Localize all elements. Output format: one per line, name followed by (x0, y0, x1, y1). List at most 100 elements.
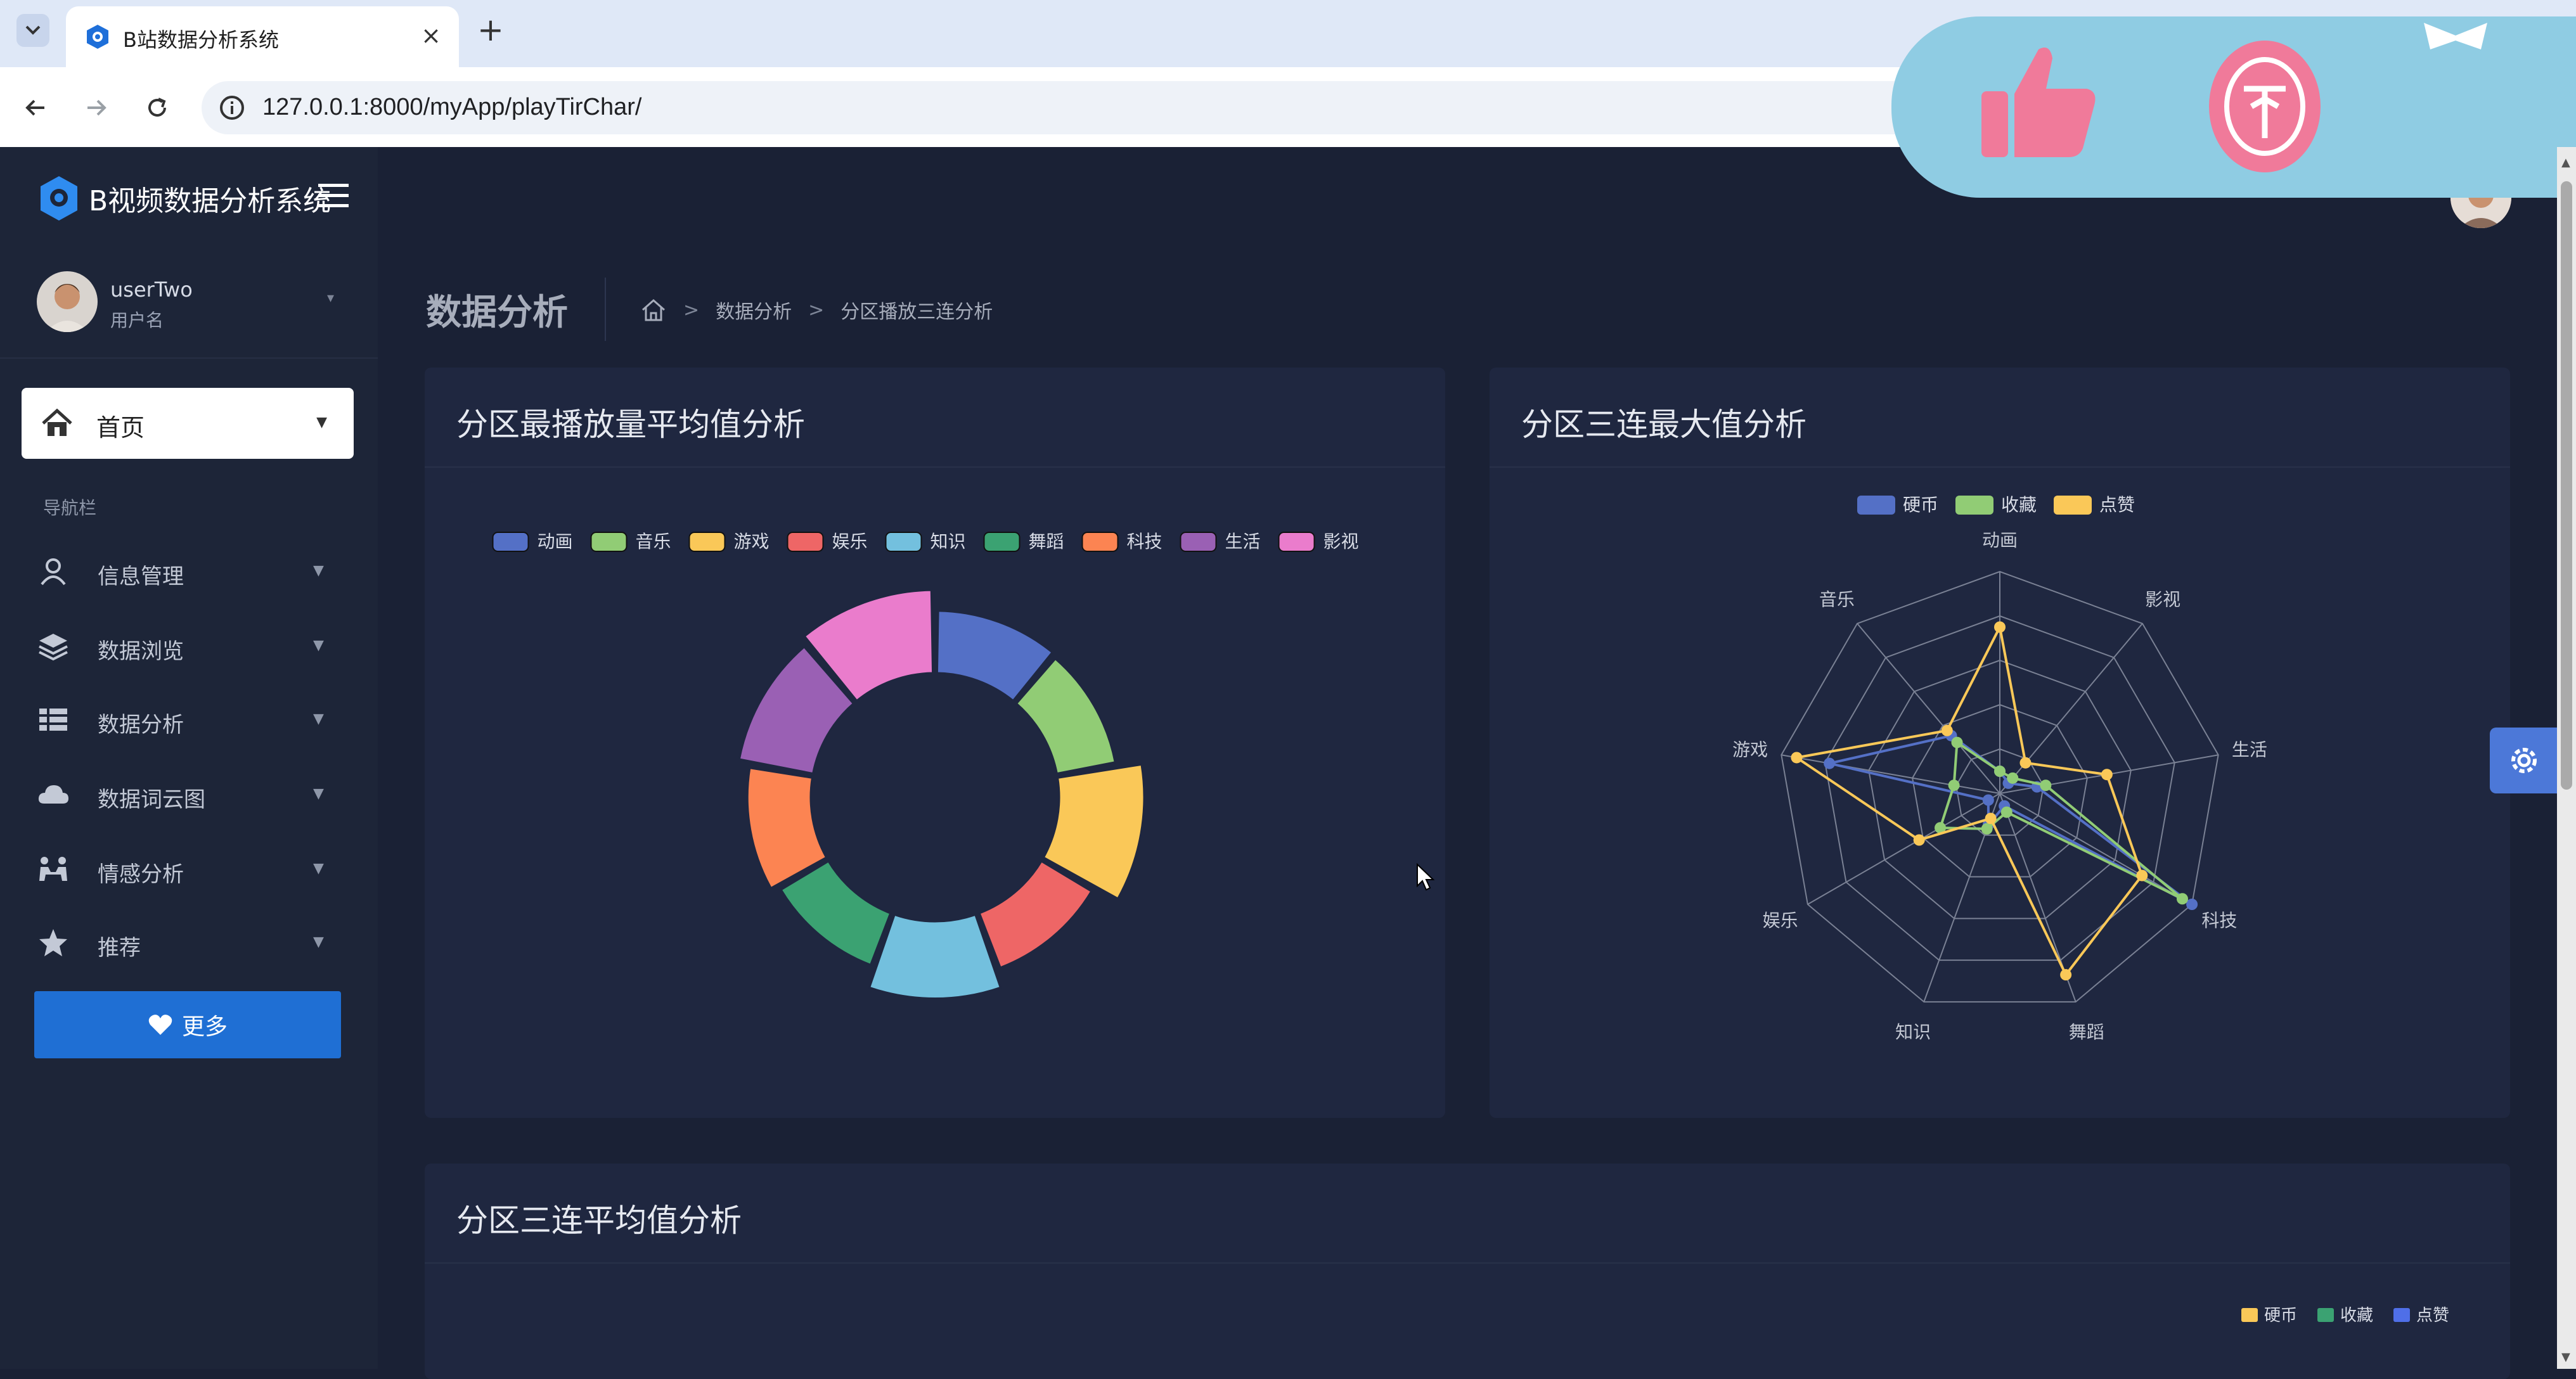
app-logo[interactable]: B视频数据分析系统 (37, 170, 331, 227)
legend-label: 音乐 (636, 531, 671, 552)
radar-spoke (1857, 623, 2000, 794)
user-role: 用户名 (110, 310, 164, 331)
site-info-icon[interactable] (217, 93, 247, 123)
app-title: B视频数据分析系统 (89, 185, 332, 217)
breadcrumb-item[interactable]: 数据分析 (716, 296, 792, 324)
ribbon-icon (2424, 23, 2487, 49)
coin-icon[interactable] (2186, 37, 2344, 176)
legend-swatch (590, 532, 628, 552)
legend-label: 硬币 (2264, 1306, 2297, 1325)
radar-indicator-label: 影视 (2145, 589, 2180, 610)
radar-point (1824, 757, 1836, 769)
legend-swatch (885, 532, 922, 552)
caret-down-icon: ▼ (316, 414, 327, 430)
radar-point (2101, 769, 2113, 781)
radar-point (1941, 724, 1953, 736)
radar-point (2136, 869, 2148, 882)
url-text: 127.0.0.1:8000/myApp/playTirChar/ (262, 94, 642, 120)
sidebar-item-label: 数据词云图 (98, 787, 205, 812)
sidebar-item-recommend[interactable]: 推荐 ▼ (37, 918, 341, 968)
bar-chart: 硬币 收藏 点赞 (2241, 1306, 2449, 1325)
bar-chart-card: 分区三连平均值分析 硬币 收藏 点赞 (425, 1164, 2510, 1379)
radar-chart: 硬币 收藏 点赞动画影视生活科技舞蹈 知识 娱乐 游戏 音乐 (1732, 494, 2267, 1042)
card-header: 分区三连最大值分析 (1490, 368, 2510, 468)
scroll-up-icon[interactable]: ▲ (2561, 156, 2570, 169)
legend-label: 知识 (931, 531, 966, 552)
radar-point (2007, 772, 2019, 784)
radar-point (1913, 834, 1925, 846)
caret-down-icon: ▼ (313, 711, 324, 727)
radar-point (2040, 779, 2052, 792)
legend-swatch (787, 532, 824, 552)
home-icon (42, 408, 72, 436)
avatar (37, 271, 98, 332)
card-header: 分区最播放量平均值分析 (425, 368, 1445, 468)
thumbs-up-icon[interactable] (1975, 39, 2099, 164)
sidebar-item-analysis[interactable]: 数据分析 ▼ (37, 695, 341, 745)
forward-button[interactable] (80, 91, 113, 124)
scrollbar-thumb[interactable] (2561, 181, 2572, 790)
more-button[interactable]: 更多 (34, 991, 341, 1058)
radar-indicator-label: 娱乐 (1763, 910, 1798, 931)
donut-chart: 动画 音乐 游戏 娱乐 知识 舞蹈 科技 生活 影视 (492, 531, 1359, 999)
home-outline-icon[interactable] (640, 297, 667, 323)
legend-swatch (1278, 532, 1315, 552)
radar-point (2000, 806, 2012, 818)
tab-search-button[interactable] (16, 14, 49, 47)
legend-label: 点赞 (2416, 1306, 2449, 1325)
legend-swatch (2393, 1308, 2410, 1322)
radar-indicator-label: 舞蹈 (2069, 1022, 2104, 1042)
sidebar-item-sentiment[interactable]: 情感分析 ▼ (37, 844, 341, 895)
legend-swatch (2317, 1308, 2334, 1322)
radar-point (1994, 766, 2006, 777)
user-caret-icon: ▾ (327, 290, 335, 306)
legend-label: 点赞 (2099, 494, 2135, 515)
caret-down-icon: ▼ (313, 934, 324, 950)
sidebar-item-info[interactable]: 信息管理 ▼ (37, 546, 341, 597)
scroll-down-icon[interactable]: ▼ (2561, 1350, 2570, 1364)
caret-down-icon: ▼ (313, 861, 324, 876)
caret-down-icon: ▼ (313, 786, 324, 802)
breadcrumb: > 数据分析 > 分区播放三连分析 (640, 294, 993, 326)
legend-label: 影视 (1323, 531, 1359, 552)
legend-swatch (1081, 532, 1119, 552)
arrow-left-icon (25, 99, 44, 116)
caret-down-icon: ▼ (313, 563, 324, 579)
radar-spoke (1807, 793, 2000, 905)
radar-point (1994, 621, 2006, 633)
logo-icon (41, 176, 77, 221)
caret-down-icon: ▼ (313, 638, 324, 653)
site-favicon-icon (87, 25, 108, 49)
page-title: 数据分析 (426, 292, 568, 333)
more-label: 更多 (181, 1014, 228, 1040)
radar-indicator-label: 动画 (1982, 530, 2018, 551)
legend-label: 科技 (1127, 531, 1162, 552)
radar-indicator-label: 科技 (2201, 910, 2237, 931)
radar-point (1951, 736, 1963, 748)
reload-button[interactable] (141, 91, 174, 124)
legend-label: 动画 (538, 531, 573, 552)
page-scrollbar[interactable]: ▲ ▼ (2557, 147, 2576, 1369)
radar-spoke (1999, 793, 2193, 905)
donut-segment (978, 860, 1093, 969)
back-button[interactable] (19, 91, 52, 124)
menu-toggle-icon[interactable] (316, 179, 351, 212)
sidebar-item-home[interactable]: 首页 ▼ (22, 388, 354, 459)
sidebar-item-label: 首页 (96, 414, 145, 442)
sidebar-item-browse[interactable]: 数据浏览 ▼ (37, 621, 341, 672)
new-tab-button[interactable]: + (474, 14, 507, 47)
card-header: 分区三连平均值分析 (425, 1164, 2510, 1264)
browser-tab[interactable]: B站数据分析系统 × (66, 6, 459, 67)
sidebar-item-wordcloud[interactable]: 数据词云图 ▼ (37, 769, 341, 820)
radar-indicator-label: 音乐 (1819, 589, 1855, 610)
sidebar-item-label: 数据浏览 (98, 639, 184, 664)
settings-button[interactable] (2490, 728, 2558, 793)
radar-point (1982, 794, 1994, 806)
donut-segment (868, 913, 1001, 999)
user-panel[interactable]: userTwo 用户名 ▾ (37, 271, 354, 341)
legend-swatch (1955, 496, 1993, 515)
card-title: 分区三连最大值分析 (1521, 406, 1806, 443)
legend-label: 舞蹈 (1029, 531, 1064, 552)
tab-close-icon[interactable]: × (417, 22, 445, 49)
sidebar-divider (0, 357, 378, 359)
